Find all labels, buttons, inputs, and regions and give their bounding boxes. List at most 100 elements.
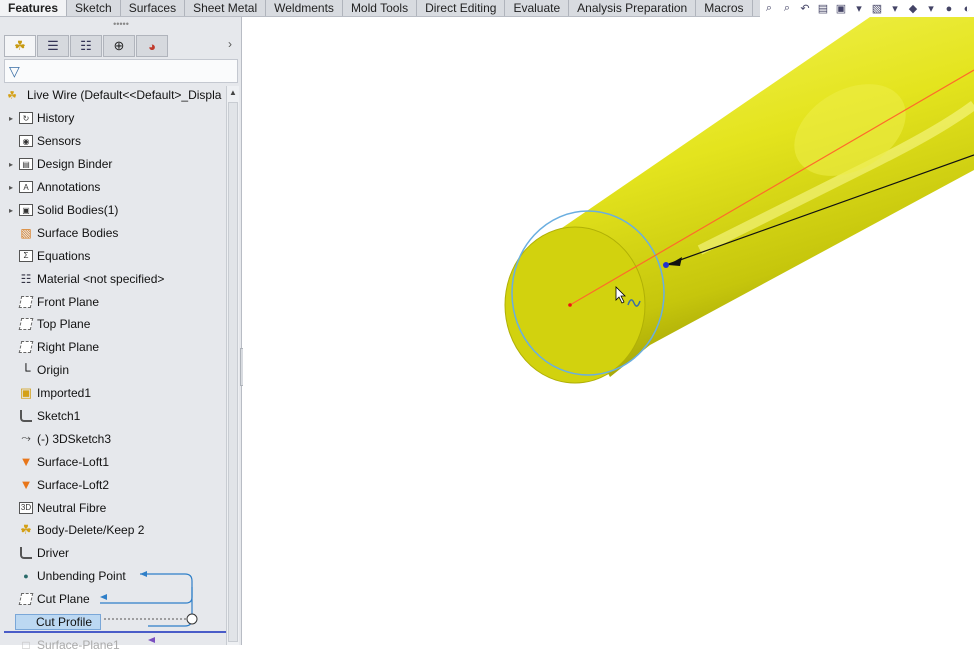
tree-item-equations[interactable]: Σ Equations <box>4 244 226 267</box>
dropdown-icon[interactable]: ▾ <box>924 2 938 16</box>
tree-item-surface-loft2[interactable]: ▼ Surface-Loft2 <box>4 473 226 496</box>
tab-weldments[interactable]: Weldments <box>266 0 343 16</box>
imported-icon: ▣ <box>19 385 33 401</box>
color-wheel-icon: ◕ <box>148 38 156 54</box>
tree-item-annotations[interactable]: ▸ A Annotations <box>4 176 226 199</box>
tab-analysis-preparation[interactable]: Analysis Preparation <box>569 0 697 16</box>
tree-item-cut-plane[interactable]: Cut Plane <box>4 588 226 611</box>
body-delete-icon: ☘ <box>20 522 32 538</box>
property-list-icon: ☰ <box>47 38 59 53</box>
section-view-icon[interactable]: ▤ <box>816 2 830 16</box>
tab-features[interactable]: Features <box>0 0 68 16</box>
chevron-right-icon[interactable]: › <box>228 37 232 51</box>
tree-item-design-binder[interactable]: ▸ ▤ Design Binder <box>4 153 226 176</box>
tree-item-label: Unbending Point <box>37 569 126 584</box>
3d-icon: 3D <box>19 501 33 514</box>
expand-caret-icon[interactable]: ▸ <box>4 114 18 123</box>
solid-bodies-icon: ▣ <box>18 203 34 217</box>
surface-bodies-icon: ▧ <box>20 225 32 240</box>
command-manager-tabs: Features Sketch Surfaces Sheet Metal Weldmen… <box>0 0 760 17</box>
tree-item-label: Origin <box>37 363 70 378</box>
tree-item-right-plane[interactable]: Right Plane <box>4 336 226 359</box>
crosshair-icon: ⊕ <box>113 38 125 53</box>
graphics-area[interactable] <box>243 17 974 645</box>
tree-root[interactable]: ☘ Live Wire (Default<<Default>_Displa <box>4 86 228 104</box>
tree-item-sketch1[interactable]: Sketch1 <box>4 405 226 428</box>
tree-item-imported1[interactable]: ▣ Imported1 <box>4 382 226 405</box>
panel-grip[interactable]: ••••• <box>0 17 242 32</box>
point-icon: ● <box>23 571 29 582</box>
tab-macros[interactable]: Macros <box>696 0 753 16</box>
expand-caret-icon[interactable]: ▸ <box>4 160 18 169</box>
expand-caret-icon[interactable]: ▸ <box>4 206 18 215</box>
tree-item-history[interactable]: ▸ ↻ History <box>4 107 226 130</box>
display-style-icon[interactable]: ▧ <box>870 2 884 16</box>
tab-direct-editing[interactable]: Direct Editing <box>417 0 506 16</box>
panel-tabs: ☘ ☰ ☷ ⊕ ◕ <box>4 35 168 57</box>
history-icon: ↻ <box>18 111 34 125</box>
dropdown-icon[interactable]: ▾ <box>888 2 902 16</box>
unbending-point[interactable] <box>663 262 669 268</box>
tree-scrollbar[interactable]: ▲ <box>226 86 239 645</box>
part-icon: ☘ <box>7 89 17 102</box>
tree-item-driver[interactable]: Driver <box>4 542 226 565</box>
property-manager-tab[interactable]: ☰ <box>37 35 69 57</box>
tab-mold-tools[interactable]: Mold Tools <box>343 0 418 16</box>
tree-item-unbending-point[interactable]: ● Unbending Point <box>4 565 226 588</box>
tree-item-cut-profile[interactable]: Cut Profile <box>4 611 226 634</box>
tab-surfaces[interactable]: Surfaces <box>121 0 186 16</box>
tree-item-label: Solid Bodies(1) <box>37 203 119 217</box>
tree-item-surface-loft1[interactable]: ▼ Surface-Loft1 <box>4 450 226 473</box>
zoom-to-fit-icon[interactable]: ⌕ <box>762 2 776 16</box>
tab-sketch[interactable]: Sketch <box>67 0 121 16</box>
tab-evaluate[interactable]: Evaluate <box>505 0 570 16</box>
tree-item-neutral-fibre[interactable]: 3D Neutral Fibre <box>4 496 226 519</box>
sketch-icon <box>18 409 34 423</box>
model-view[interactable] <box>243 17 974 645</box>
configuration-manager-tab[interactable]: ☷ <box>70 35 102 57</box>
tree-item-origin[interactable]: └ Origin <box>4 359 226 382</box>
feature-manager-tab[interactable]: ☘ <box>4 35 36 57</box>
sketch-icon <box>18 546 34 560</box>
dimxpert-tab[interactable]: ⊕ <box>103 35 135 57</box>
tree-item-label: Imported1 <box>37 386 92 401</box>
cylinder-end-face[interactable] <box>504 226 646 384</box>
feature-manager-panel: ••••• ☘ ☰ ☷ ⊕ ◕ › ▽ ☘ Live Wire (Default… <box>0 17 242 652</box>
tree-item-label: Sensors <box>37 134 82 149</box>
loft-icon: ▼ <box>19 477 33 493</box>
tree-item-front-plane[interactable]: Front Plane <box>4 290 226 313</box>
tree-item-label: Surface-Loft2 <box>37 477 110 492</box>
appearance-icon[interactable]: ● <box>942 2 956 16</box>
filter-icon: ▽ <box>9 62 20 79</box>
tree-item-sensors[interactable]: ◉ Sensors <box>4 130 226 153</box>
configuration-icon: ☷ <box>80 38 92 53</box>
display-manager-tab[interactable]: ◕ <box>136 35 168 57</box>
scroll-up-icon[interactable]: ▲ <box>229 88 237 97</box>
dropdown-icon[interactable]: ▾ <box>852 2 866 16</box>
tree-item-solid-bodies-1[interactable]: ▸ ▣ Solid Bodies(1) <box>4 199 226 222</box>
scene-icon[interactable]: ◐ <box>960 2 974 16</box>
tree-item-material-not-specified[interactable]: ☷ Material <not specified> <box>4 267 226 290</box>
hide-show-icon[interactable]: ◆ <box>906 2 920 16</box>
tree-item-label: Design Binder <box>37 157 113 172</box>
tree-item-3dsketch3[interactable]: ⤳ (-) 3DSketch3 <box>4 427 226 450</box>
tree-item-surface-bodies[interactable]: ▧ Surface Bodies <box>4 221 226 244</box>
tree-item-label: Body-Delete/Keep 2 <box>37 523 145 538</box>
material-icon: ☷ <box>20 271 32 286</box>
tree-item-label: History <box>37 111 75 126</box>
tab-sheet-metal[interactable]: Sheet Metal <box>185 0 267 16</box>
previous-view-icon[interactable]: ↶ <box>798 2 812 16</box>
scrollbar-thumb[interactable] <box>228 102 238 642</box>
tree-item-top-plane[interactable]: Top Plane <box>4 313 226 336</box>
tree-item-label: Cut Plane <box>37 592 90 607</box>
profile-center-point[interactable] <box>568 303 572 307</box>
tree-filter[interactable]: ▽ <box>4 59 238 83</box>
view-orientation-icon[interactable]: ▣ <box>834 2 848 16</box>
feature-tree: ▸ ↻ History ◉ Sensors ▸ ▤ Design Binder ▸ A Annota… <box>4 107 226 656</box>
tree-item-label: Cut Profile <box>15 614 102 631</box>
plane-icon <box>18 592 34 606</box>
equations-icon: Σ <box>18 249 34 263</box>
zoom-area-icon[interactable]: ⌕ <box>780 2 794 16</box>
expand-caret-icon[interactable]: ▸ <box>4 183 18 192</box>
tree-item-body-delete-keep-2[interactable]: ☘ Body-Delete/Keep 2 <box>4 519 226 542</box>
